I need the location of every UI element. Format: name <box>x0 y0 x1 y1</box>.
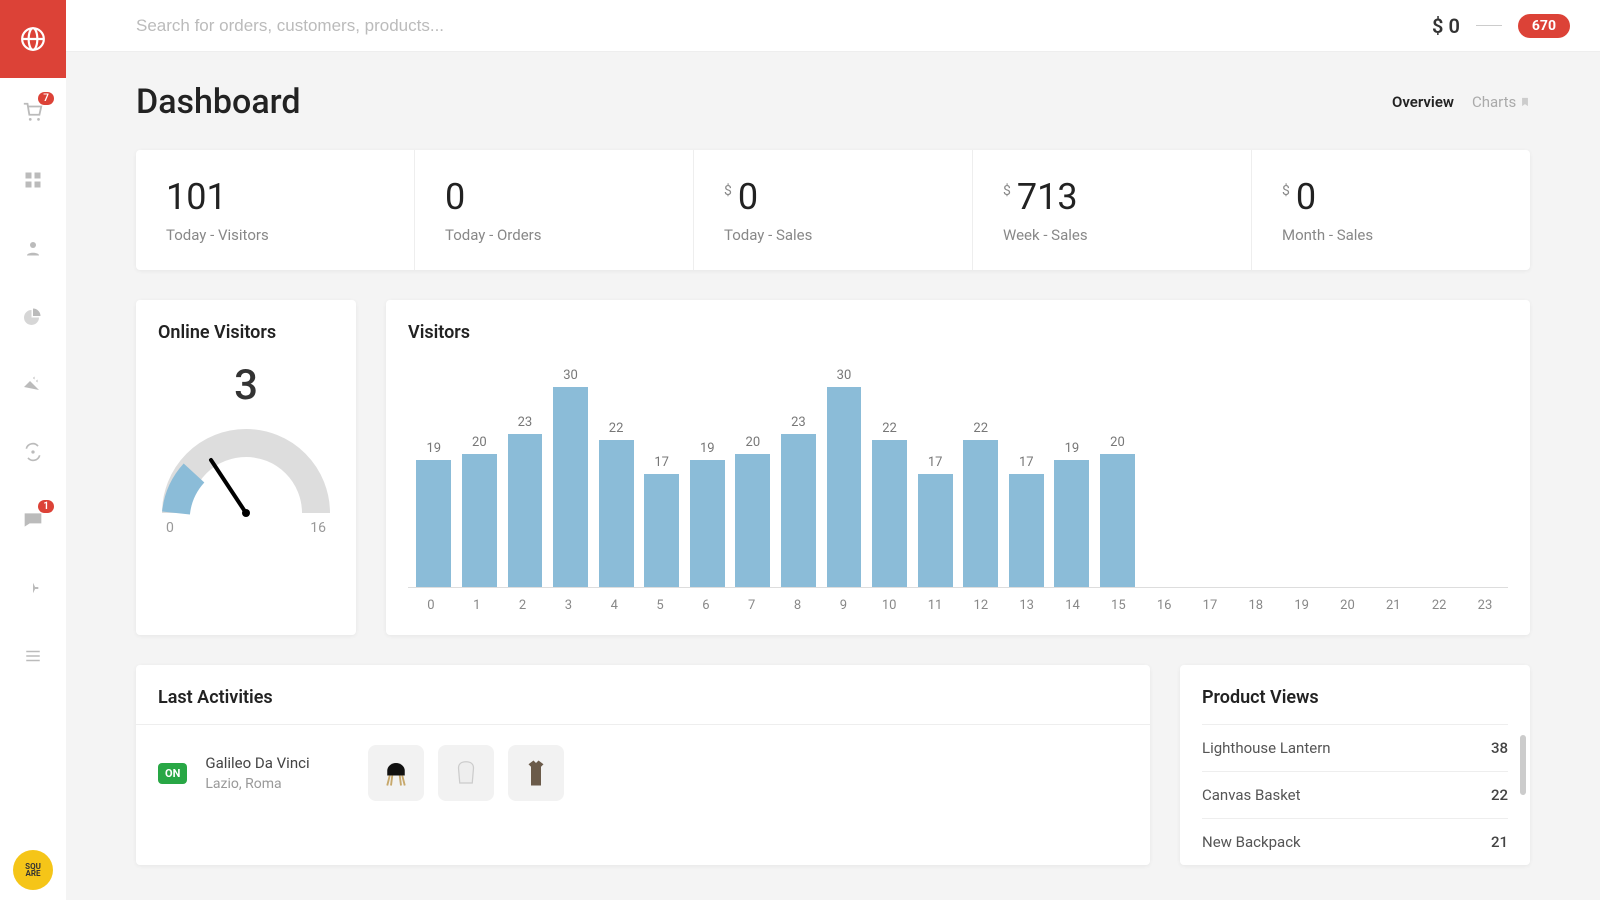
menu-icon <box>24 647 42 665</box>
pv-row[interactable]: New Backpack 21 <box>1202 818 1508 865</box>
bar-13: 17 <box>1005 455 1049 587</box>
pv-row[interactable]: Canvas Basket 22 <box>1202 771 1508 818</box>
activities-title: Last Activities <box>136 665 1150 725</box>
square-badge[interactable]: SQU ARE <box>13 850 53 890</box>
bar-7: 20 <box>731 435 775 587</box>
visitors-title: Visitors <box>408 322 1508 343</box>
visitors-bar-chart: 19202330221719202330221722171920 <box>408 357 1508 587</box>
page-title: Dashboard <box>136 82 301 122</box>
stat-week-sales[interactable]: $713 Week - Sales <box>973 150 1252 270</box>
sidebar-item-cart[interactable]: 7 <box>0 78 66 146</box>
tab-overview[interactable]: Overview <box>1392 93 1454 111</box>
online-visitors-card: Online Visitors 3 0 16 <box>136 300 356 635</box>
last-activities-card: Last Activities ON Galileo Da Vinci Lazi… <box>136 665 1150 865</box>
bar-14: 19 <box>1050 441 1094 587</box>
activity-thumbnails <box>368 745 564 801</box>
bag-icon <box>451 758 481 788</box>
apparel-icon <box>521 758 551 788</box>
brand-logo[interactable] <box>0 0 66 78</box>
thumb-apparel[interactable] <box>508 745 564 801</box>
online-badge: ON <box>158 763 187 784</box>
search-input[interactable] <box>136 16 1432 36</box>
product-views-title: Product Views <box>1180 665 1530 724</box>
visitors-card: Visitors 1920233022171920233022172217192… <box>386 300 1530 635</box>
user-icon <box>24 239 42 257</box>
bookmark-icon <box>1520 96 1530 108</box>
thumb-bag[interactable] <box>438 745 494 801</box>
sidebar-item-chat[interactable]: 1 <box>0 486 66 554</box>
divider <box>1476 25 1502 26</box>
sidebar-item-menu[interactable] <box>0 622 66 690</box>
bar-9: 30 <box>822 368 866 587</box>
bar-1: 20 <box>458 435 502 587</box>
bar-10: 22 <box>868 421 912 587</box>
thumb-chair[interactable] <box>368 745 424 801</box>
sync-icon <box>23 442 43 462</box>
bar-11: 17 <box>913 455 957 587</box>
chart-x-axis: 01234567891011121314151617181920212223 <box>408 587 1508 613</box>
scrollbar[interactable] <box>1520 735 1526 795</box>
topbar: $ 0 670 <box>66 0 1600 52</box>
bar-5: 17 <box>640 455 684 587</box>
sidebar-item-tool[interactable] <box>0 350 66 418</box>
sidebar-item-user[interactable] <box>0 214 66 282</box>
bar-3: 30 <box>549 368 593 587</box>
pin-icon <box>24 579 42 597</box>
view-tabs: Overview Charts <box>1392 93 1530 111</box>
bar-6: 19 <box>685 441 729 587</box>
sidebar-item-pie[interactable] <box>0 282 66 350</box>
sidebar: 7 1 SQU ARE <box>0 0 66 900</box>
bar-4: 22 <box>594 421 638 587</box>
gauge-value: 3 <box>234 361 258 410</box>
bar-12: 22 <box>959 421 1003 587</box>
topbar-price: $ 0 <box>1432 14 1460 38</box>
sidebar-item-pin[interactable] <box>0 554 66 622</box>
product-views-card: Product Views Lighthouse Lantern 38 Canv… <box>1180 665 1530 865</box>
stats-row: 101 Today - Visitors 0 Today - Orders $0… <box>136 150 1530 270</box>
tab-charts[interactable]: Charts <box>1472 93 1530 111</box>
bar-8: 23 <box>777 415 821 587</box>
sidebar-item-grid[interactable] <box>0 146 66 214</box>
stat-today-visitors[interactable]: 101 Today - Visitors <box>136 150 415 270</box>
chat-badge: 1 <box>38 500 54 513</box>
main: $ 0 670 Dashboard Overview Charts 101 To… <box>66 0 1600 900</box>
chat-icon <box>23 510 43 530</box>
stat-today-orders[interactable]: 0 Today - Orders <box>415 150 694 270</box>
chair-icon <box>381 758 411 788</box>
pie-icon <box>24 307 42 325</box>
bar-2: 23 <box>503 415 547 587</box>
topbar-pill[interactable]: 670 <box>1518 14 1570 38</box>
grid-icon <box>24 171 42 189</box>
sidebar-item-sync[interactable] <box>0 418 66 486</box>
stat-month-sales[interactable]: $0 Month - Sales <box>1252 150 1530 270</box>
bar-0: 19 <box>412 441 456 587</box>
activity-location: Lazio, Roma <box>205 776 309 792</box>
gauge-title: Online Visitors <box>158 322 276 343</box>
bar-15: 20 <box>1096 435 1140 587</box>
activity-name: Galileo Da Vinci <box>205 754 309 772</box>
stat-today-sales[interactable]: $0 Today - Sales <box>694 150 973 270</box>
activity-row[interactable]: ON Galileo Da Vinci Lazio, Roma <box>136 725 1150 821</box>
gauge-chart <box>156 418 336 518</box>
carrot-icon <box>24 375 42 393</box>
globe-icon <box>20 26 46 52</box>
cart-badge: 7 <box>38 92 54 105</box>
pv-row[interactable]: Lighthouse Lantern 38 <box>1202 724 1508 771</box>
